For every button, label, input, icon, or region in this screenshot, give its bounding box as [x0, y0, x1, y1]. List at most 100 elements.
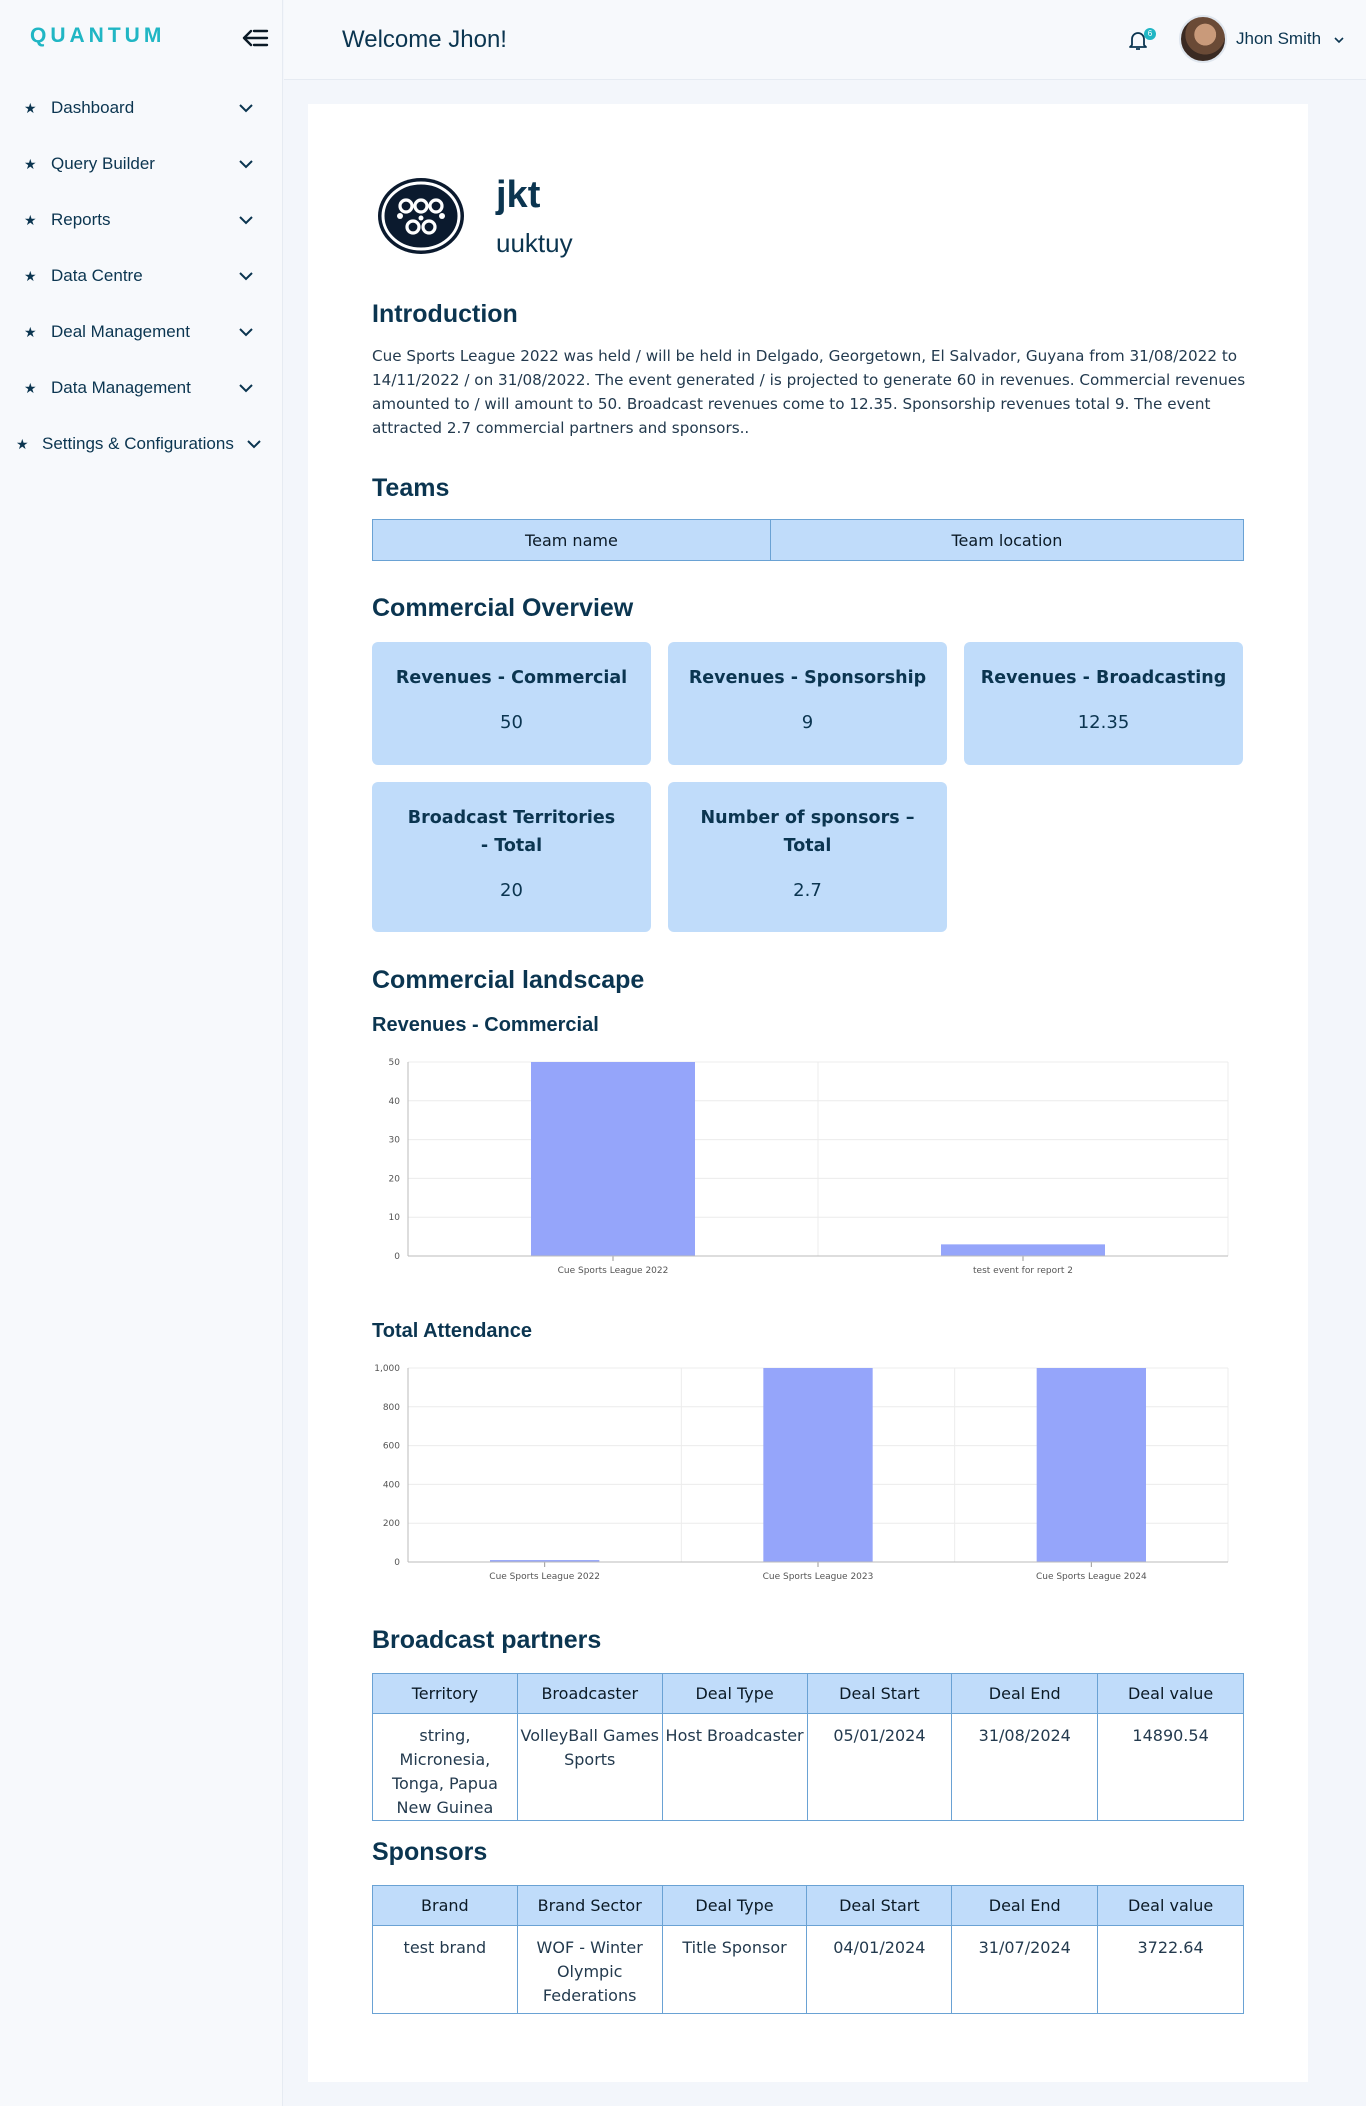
column-header: Deal value [1097, 1885, 1244, 1926]
y-tick-label: 400 [383, 1480, 400, 1490]
table-cell: string, Micronesia, Tonga, Papua New Gui… [372, 1713, 518, 1821]
column-header: Territory [372, 1673, 518, 1714]
star-icon: ★ [16, 435, 29, 452]
quantum-logo: QUANTUM [30, 24, 166, 47]
sidebar-item-deal-management[interactable]: ★ Deal Management [0, 304, 283, 360]
kpi-title: Revenues - Sponsorship [688, 668, 927, 688]
sponsors-table: Brand Brand Sector Deal Type Deal Start … [372, 1885, 1244, 2014]
table-row: test brand WOF - Winter Olympic Federati… [372, 1925, 1244, 2014]
chevron-down-icon [239, 160, 253, 169]
sidebar-nav: ★ Dashboard ★ Query Builder ★ Reports ★ … [0, 80, 283, 472]
column-header: Team location [769, 519, 1245, 561]
kpi-card-revenues-commercial: Revenues - Commercial 50 [372, 642, 651, 765]
y-tick-label: 200 [383, 1519, 400, 1529]
sidebar-item-label: Deal Management [51, 322, 190, 341]
sidebar-item-label: Query Builder [51, 154, 155, 173]
star-icon: ★ [24, 267, 37, 284]
table-cell: 3722.64 [1097, 1925, 1244, 2014]
sponsors-heading: Sponsors [372, 1838, 488, 1866]
column-header: Brand Sector [516, 1885, 663, 1926]
sidebar-item-data-management[interactable]: ★ Data Management [0, 360, 283, 416]
y-tick-label: 600 [383, 1442, 400, 1452]
kpi-card-revenues-sponsorship: Revenues - Sponsorship 9 [668, 642, 947, 765]
kpi-title: Revenues - Broadcasting [980, 668, 1227, 688]
y-tick-label: 0 [394, 1252, 400, 1262]
column-header: Team name [372, 519, 771, 561]
y-tick-label: 50 [389, 1058, 401, 1068]
table-cell: test brand [372, 1925, 518, 2014]
report-card: jkt uuktuy Introduction Cue Sports Leagu… [308, 104, 1308, 2082]
sidebar-item-dashboard[interactable]: ★ Dashboard [0, 80, 283, 136]
star-icon: ★ [24, 379, 37, 396]
kpi-title: Number of sponsors – Total [700, 808, 915, 856]
sidebar-item-settings[interactable]: ★ Settings & Configurations [0, 416, 283, 472]
y-tick-label: 800 [383, 1403, 400, 1413]
kpi-value: 12.35 [1077, 712, 1130, 733]
chevron-down-icon [239, 328, 253, 337]
kpi-card-revenues-broadcasting: Revenues - Broadcasting 12.35 [964, 642, 1243, 765]
user-menu[interactable]: Jhon Smith [1236, 29, 1321, 49]
chevron-down-icon [239, 216, 253, 225]
sidebar-item-label: Settings & Configurations [42, 434, 234, 453]
sidebar-item-reports[interactable]: ★ Reports [0, 192, 283, 248]
table-cell: 04/01/2024 [806, 1925, 953, 2014]
column-header: Deal Type [661, 1673, 808, 1714]
column-header: Broadcaster [516, 1673, 663, 1714]
x-tick-label: test event for report 2 [973, 1266, 1073, 1276]
broadcast-partners-table: Territory Broadcaster Deal Type Deal Sta… [372, 1673, 1244, 1821]
column-header: Deal End [951, 1673, 1099, 1714]
introduction-heading: Introduction [372, 300, 518, 328]
bar [941, 1244, 1105, 1256]
chevron-down-icon [239, 384, 253, 393]
kpi-title: Revenues - Commercial [395, 668, 628, 688]
sidebar-item-query-builder[interactable]: ★ Query Builder [0, 136, 283, 192]
total-attendance-chart: 0 200 400 600 800 1,000 Cue Sports League 2022… [374, 1364, 1229, 1582]
introduction-text: Cue Sports League 2022 was held / will b… [372, 344, 1252, 440]
teams-table: Team name Team location [372, 519, 1245, 561]
kpi-card-broadcast-territories: Broadcast Territories - Total 20 [372, 782, 651, 932]
event-title: jkt [496, 174, 541, 216]
star-icon: ★ [24, 155, 37, 172]
sidebar-item-label: Dashboard [51, 98, 135, 117]
sidebar-item-label: Data Management [51, 378, 191, 397]
chevron-down-icon [239, 272, 253, 281]
table-cell: Host Broadcaster [661, 1713, 808, 1821]
table-row: string, Micronesia, Tonga, Papua New Gui… [372, 1713, 1244, 1821]
collapse-menu-icon[interactable] [240, 26, 270, 50]
introduction-paragraph: Cue Sports League 2022 was held / will b… [372, 347, 1246, 437]
column-header: Deal value [1097, 1673, 1244, 1714]
chart-title-revenues-commercial: Revenues - Commercial [372, 1014, 599, 1036]
column-header: Deal Start [806, 1673, 953, 1714]
event-subtitle: uuktuy [496, 228, 573, 258]
chevron-down-icon[interactable] [1332, 33, 1346, 47]
y-tick-label: 40 [389, 1097, 401, 1107]
column-header: Brand [372, 1885, 518, 1926]
kpi-title: Broadcast Territories - Total [407, 808, 616, 856]
kpi-value: 2.7 [793, 880, 822, 901]
event-logo-icon [378, 178, 464, 254]
table-cell: 31/08/2024 [951, 1713, 1099, 1821]
bar [763, 1368, 873, 1562]
sidebar-item-label: Data Centre [51, 266, 143, 285]
notification-badge: 6 [1144, 28, 1156, 40]
column-header: Deal Type [661, 1885, 808, 1926]
bar [531, 1062, 695, 1256]
column-header: Deal Start [806, 1885, 953, 1926]
table-cell: 14890.54 [1097, 1713, 1244, 1821]
commercial-overview-heading: Commercial Overview [372, 594, 634, 622]
x-tick-label: Cue Sports League 2023 [763, 1572, 874, 1582]
sidebar: QUANTUM ★ Dashboard ★ Query Builder ★ Re… [0, 0, 283, 2106]
x-tick-label: Cue Sports League 2024 [1036, 1572, 1147, 1582]
revenues-commercial-chart: 0 10 20 30 40 50 Cue Sports League 2022 test ev… [389, 1058, 1229, 1276]
table-cell: Title Sponsor [661, 1925, 808, 2014]
star-icon: ★ [24, 99, 37, 116]
column-header: Deal End [951, 1885, 1099, 1926]
commercial-landscape-heading: Commercial landscape [372, 966, 645, 994]
sidebar-item-data-centre[interactable]: ★ Data Centre [0, 248, 283, 304]
y-tick-label: 1,000 [374, 1364, 400, 1374]
avatar[interactable] [1179, 15, 1227, 63]
y-tick-label: 0 [394, 1558, 400, 1568]
broadcast-partners-heading: Broadcast partners [372, 1626, 602, 1654]
chevron-down-icon [247, 440, 261, 449]
star-icon: ★ [24, 323, 37, 340]
